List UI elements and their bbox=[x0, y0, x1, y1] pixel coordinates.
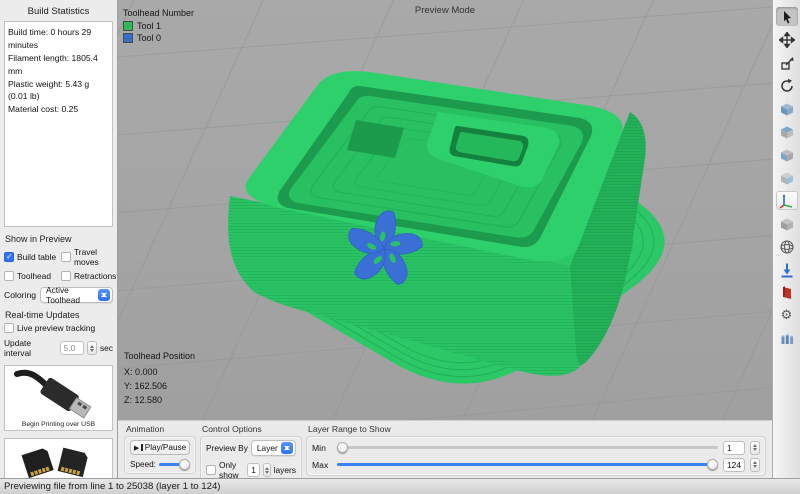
max-slider-knob[interactable] bbox=[707, 459, 718, 470]
checkbox-icon[interactable] bbox=[4, 252, 14, 262]
toolhead-position: Toolhead Position X: 0.000 Y: 162.506 Z:… bbox=[124, 350, 195, 408]
view-top-icon[interactable] bbox=[776, 122, 798, 141]
legend-title: Toolhead Number bbox=[123, 8, 194, 18]
support-icon[interactable] bbox=[776, 283, 798, 302]
checkbox-toolhead[interactable]: Toolhead bbox=[4, 271, 61, 281]
checkbox-live-preview-tracking[interactable]: Live preview tracking bbox=[4, 323, 113, 333]
toolhead-z: Z: 12.580 bbox=[124, 394, 195, 408]
only-show-stepper[interactable] bbox=[263, 463, 270, 477]
pause-bar-icon bbox=[141, 444, 143, 451]
only-show-input[interactable]: 1 bbox=[247, 463, 260, 477]
play-pause-button[interactable]: ▶ Play/Pause bbox=[130, 440, 190, 455]
usb-caption: Begin Printing over USB bbox=[22, 420, 95, 430]
coloring-label: Coloring bbox=[4, 290, 36, 300]
speed-slider[interactable] bbox=[159, 459, 190, 470]
layers-label: layers bbox=[274, 465, 296, 475]
max-label: Max bbox=[312, 460, 332, 470]
cube-icon[interactable] bbox=[776, 214, 798, 233]
status-bar: Previewing file from line 1 to 25038 (la… bbox=[0, 478, 800, 494]
update-interval-label: Update interval bbox=[4, 338, 57, 358]
checkbox-retractions[interactable]: Retractions bbox=[61, 271, 114, 281]
update-interval-unit: sec bbox=[100, 343, 113, 353]
checkbox-icon[interactable] bbox=[61, 252, 71, 262]
cursor-icon[interactable] bbox=[776, 7, 798, 26]
preview-mode-title: Preview Mode bbox=[118, 5, 772, 16]
toolhead-x: X: 0.000 bbox=[124, 366, 195, 380]
legend-item-tool1: Tool 1 bbox=[123, 21, 194, 31]
view-side-icon[interactable] bbox=[776, 168, 798, 187]
view-iso-icon[interactable] bbox=[776, 99, 798, 118]
drop-to-bed-icon[interactable] bbox=[776, 260, 798, 279]
min-slider-knob[interactable] bbox=[337, 442, 348, 453]
usb-cable-icon bbox=[13, 368, 105, 420]
only-show-checkbox[interactable] bbox=[206, 465, 216, 475]
checkbox-icon[interactable] bbox=[4, 271, 14, 281]
dropdown-arrows-icon bbox=[98, 289, 110, 301]
realtime-updates-title: Real-time Updates bbox=[5, 310, 113, 320]
only-show-label: Only show bbox=[219, 460, 244, 480]
max-layer-stepper[interactable] bbox=[750, 458, 760, 472]
legend-item-tool0: Tool 0 bbox=[123, 33, 194, 43]
coloring-dropdown[interactable]: Active Toolhead bbox=[40, 287, 113, 303]
min-layer-input[interactable]: 1 bbox=[723, 441, 745, 455]
view-toolbar: ⚙ bbox=[772, 0, 800, 478]
max-layer-slider[interactable] bbox=[337, 459, 718, 470]
show-in-preview-title: Show in Preview bbox=[5, 234, 113, 244]
checkbox-travel-moves[interactable]: Travel moves bbox=[61, 247, 114, 267]
rotate-icon[interactable] bbox=[776, 76, 798, 95]
bottom-panel: Animation ▶ Play/Pause Speed: Control Op… bbox=[118, 420, 772, 478]
layer-range-title: Layer Range to Show bbox=[308, 424, 766, 434]
speed-slider-knob[interactable] bbox=[179, 459, 190, 470]
checkbox-build-table[interactable]: Build table bbox=[4, 247, 61, 267]
speed-label: Speed: bbox=[130, 460, 156, 469]
checkbox-icon[interactable] bbox=[61, 271, 71, 281]
3d-scene[interactable] bbox=[118, 0, 772, 420]
tool1-swatch bbox=[123, 21, 133, 31]
sidebar: Build Statistics Build time: 0 hours 29 … bbox=[0, 0, 118, 478]
view-front-icon[interactable] bbox=[776, 145, 798, 164]
play-icon: ▶ bbox=[134, 444, 139, 452]
tool0-swatch bbox=[123, 33, 133, 43]
move-icon[interactable] bbox=[776, 30, 798, 49]
toolpaths-icon[interactable] bbox=[776, 329, 798, 348]
min-label: Min bbox=[312, 443, 332, 453]
checkbox-icon[interactable] bbox=[4, 323, 14, 333]
preview-by-dropdown[interactable]: Layer bbox=[251, 440, 296, 456]
build-statistics-box: Build time: 0 hours 29 minutes Filament … bbox=[4, 21, 113, 227]
begin-printing-usb-button[interactable]: Begin Printing over USB bbox=[4, 365, 113, 431]
stat-plastic-weight: Plastic weight: 5.43 g (0.01 lb) bbox=[8, 78, 109, 104]
min-layer-slider[interactable] bbox=[337, 442, 718, 453]
preview-by-label: Preview By bbox=[206, 443, 248, 453]
stat-material-cost: Material cost: 0.25 bbox=[8, 103, 109, 116]
3d-viewport[interactable]: Preview Mode Toolhead Number Tool 1 Tool… bbox=[118, 0, 772, 420]
app-window: Build Statistics Build time: 0 hours 29 … bbox=[0, 0, 800, 494]
wireframe-sphere-icon[interactable] bbox=[776, 237, 798, 256]
stat-build-time: Build time: 0 hours 29 minutes bbox=[8, 26, 109, 52]
min-layer-stepper[interactable] bbox=[750, 441, 760, 455]
settings-gear-icon[interactable]: ⚙ bbox=[776, 306, 798, 325]
axes-icon[interactable] bbox=[776, 191, 798, 210]
show-in-preview-options: Build table Travel moves Toolhead Retrac… bbox=[4, 247, 113, 281]
dropdown-arrows-icon bbox=[281, 442, 293, 454]
toolhead-legend: Toolhead Number Tool 1 Tool 0 bbox=[123, 8, 194, 45]
update-interval-input[interactable]: 5.0 bbox=[60, 341, 85, 355]
build-statistics-title: Build Statistics bbox=[4, 4, 113, 21]
max-layer-input[interactable]: 124 bbox=[723, 458, 745, 472]
update-interval-stepper[interactable] bbox=[87, 341, 96, 355]
control-options-title: Control Options bbox=[202, 424, 302, 434]
scale-icon[interactable] bbox=[776, 53, 798, 72]
toolhead-y: Y: 162.506 bbox=[124, 380, 195, 394]
stat-filament-length: Filament length: 1805.4 mm bbox=[8, 52, 109, 78]
status-text: Previewing file from line 1 to 25038 (la… bbox=[4, 481, 221, 492]
animation-title: Animation bbox=[126, 424, 196, 434]
